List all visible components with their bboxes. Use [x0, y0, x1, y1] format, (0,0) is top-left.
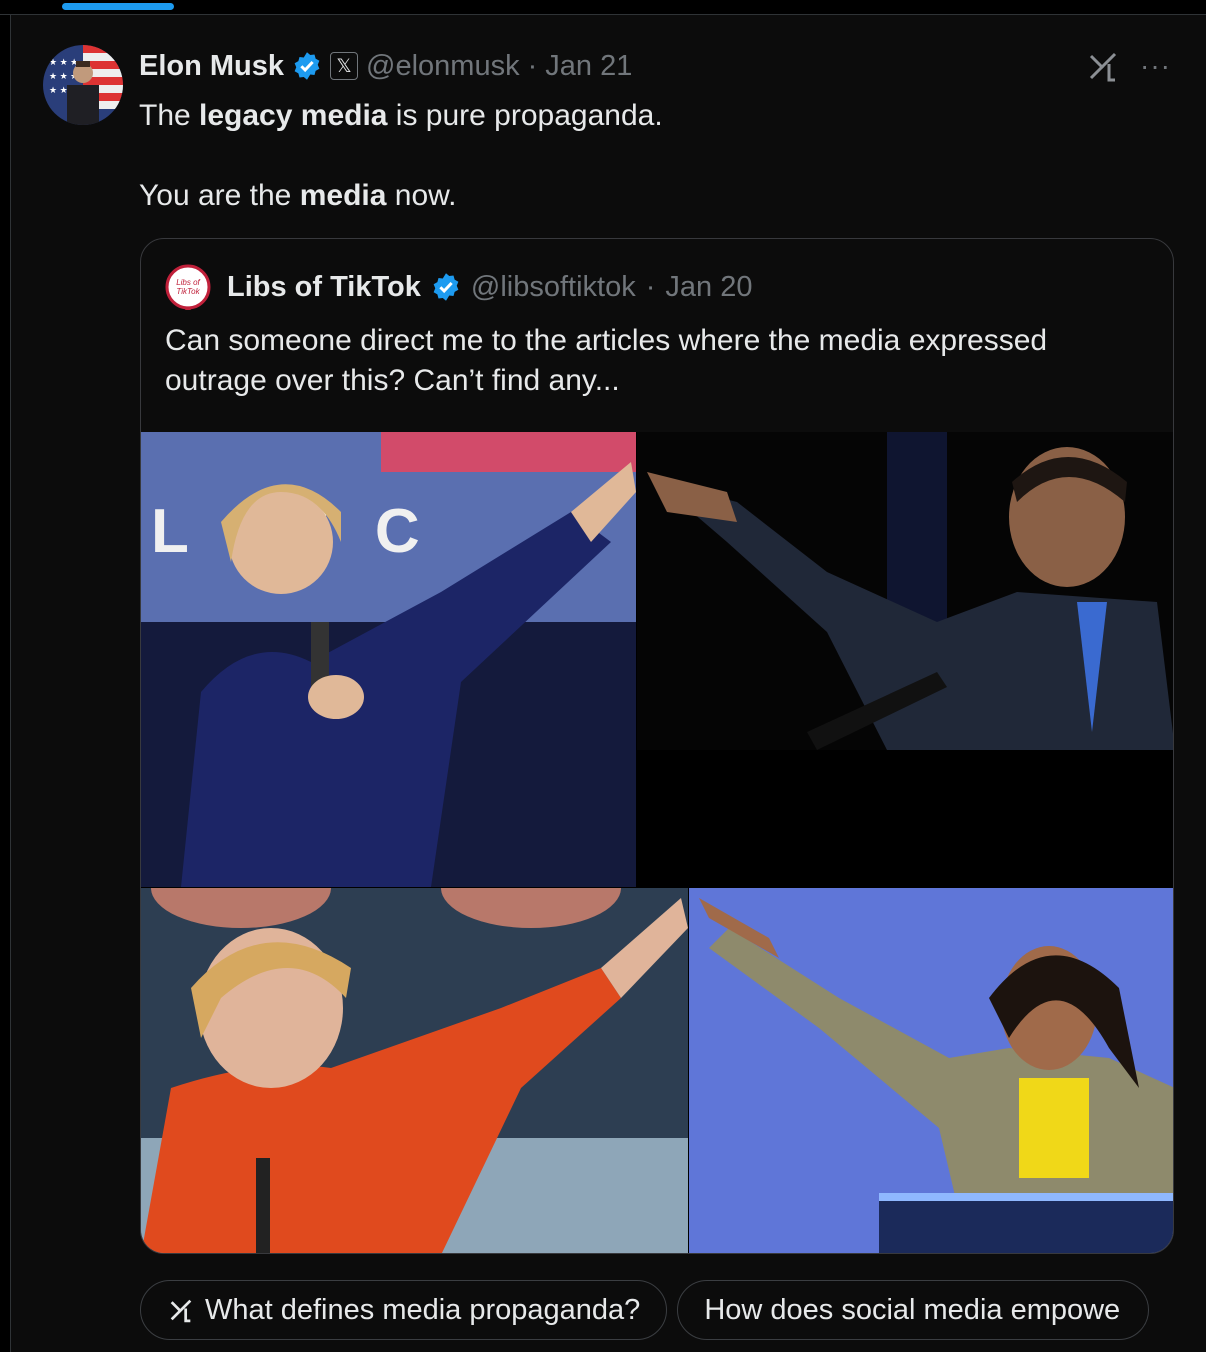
- media-photo-bottom-right[interactable]: [689, 888, 1174, 1254]
- tweet-header: Elon Musk 𝕏 @elonmusk · Jan 21: [139, 46, 632, 86]
- grok-icon: [170, 1299, 192, 1323]
- grok-suggestions: What defines media propaganda? How does …: [140, 1280, 1150, 1340]
- author-handle[interactable]: @elonmusk: [366, 50, 520, 83]
- quote-text: Can someone direct me to the articles wh…: [165, 324, 1048, 397]
- grok-prompt-chip[interactable]: How does social media empowe: [677, 1280, 1150, 1340]
- quote-separator: ·: [645, 270, 656, 303]
- tweet-line-1: The legacy media is pure propaganda.: [139, 99, 663, 132]
- quote-author-name[interactable]: Libs of TikTok: [227, 271, 421, 304]
- tweet-line-2: You are the media now.: [139, 179, 457, 212]
- media-photo-top-right[interactable]: [637, 432, 1174, 750]
- svg-text:★ ★ ★: ★ ★ ★: [49, 57, 78, 67]
- author-avatar[interactable]: ★ ★ ★ ★ ★ ★ ★ ★: [43, 45, 123, 125]
- quote-media-grid[interactable]: L RY C: [141, 432, 1174, 1254]
- tweet-text: The legacy media is pure propaganda. You…: [139, 96, 663, 216]
- header-separator: ·: [527, 49, 538, 82]
- svg-text:Libs of: Libs of: [176, 278, 200, 287]
- x-logo-icon[interactable]: 𝕏: [330, 52, 359, 80]
- verified-badge-icon[interactable]: [292, 51, 322, 81]
- media-photo-top-left[interactable]: L RY C: [141, 432, 636, 887]
- svg-text:★ ★: ★ ★: [49, 85, 68, 95]
- grok-prompt-label: What defines media propaganda?: [205, 1293, 641, 1326]
- top-tab-bar: [0, 0, 1206, 15]
- author-name[interactable]: Elon Musk: [139, 50, 284, 83]
- tweet-date[interactable]: Jan 21: [545, 50, 632, 83]
- grok-prompt-chip[interactable]: What defines media propaganda?: [140, 1280, 668, 1340]
- grok-icon[interactable]: [1085, 48, 1121, 84]
- svg-text:TikTok: TikTok: [176, 287, 200, 296]
- quote-author-avatar[interactable]: Libs of TikTok: [165, 264, 211, 310]
- media-photo-bottom-left[interactable]: [141, 888, 688, 1254]
- more-icon[interactable]: ···: [1140, 50, 1171, 82]
- quoted-tweet[interactable]: Libs of TikTok Libs of TikTok @libsoftik…: [140, 238, 1174, 1254]
- grok-prompt-label: How does social media empowe: [704, 1293, 1121, 1326]
- quote-author-handle[interactable]: @libsoftiktok: [471, 271, 636, 304]
- quote-date[interactable]: Jan 20: [665, 271, 752, 304]
- active-tab-indicator[interactable]: [62, 3, 174, 10]
- quote-verified-badge-icon[interactable]: [431, 272, 461, 302]
- quote-header: Libs of TikTok Libs of TikTok @libsoftik…: [165, 264, 752, 310]
